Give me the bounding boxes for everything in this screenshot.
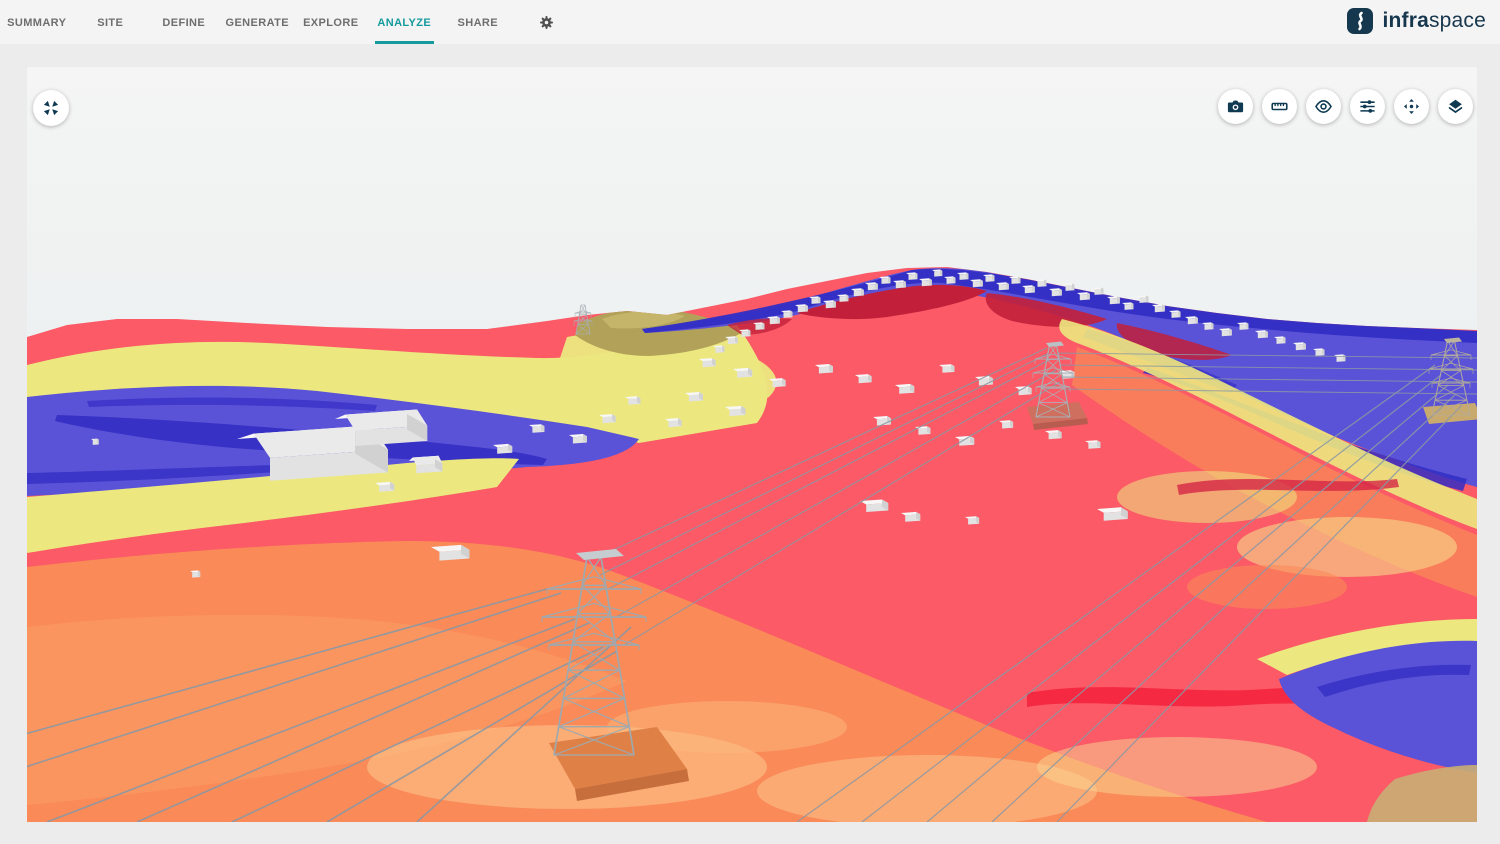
tab-label: DEFINE [162, 15, 205, 29]
top-nav: SUMMARY SITE DEFINE GENERATE EXPLORE ANALYZE S… [0, 0, 1500, 44]
screenshot-button[interactable] [1218, 89, 1253, 124]
tab-label: EXPLORE [303, 15, 358, 29]
settings-button[interactable] [527, 0, 567, 44]
tab-label: SUMMARY [7, 15, 66, 29]
ruler-icon [1270, 97, 1289, 116]
collapse-arrows-icon [41, 98, 61, 118]
visibility-button[interactable] [1306, 89, 1341, 124]
gear-icon [538, 14, 555, 31]
layers-button[interactable] [1438, 89, 1473, 124]
pan-button[interactable] [1394, 89, 1429, 124]
tab-analyze[interactable]: ANALYZE [368, 0, 442, 44]
tab-summary[interactable]: SUMMARY [0, 0, 74, 44]
tab-label: ANALYZE [377, 15, 431, 29]
filters-button[interactable] [1350, 89, 1385, 124]
sliders-icon [1358, 97, 1377, 116]
move-icon [1402, 97, 1421, 116]
fit-view-button[interactable] [33, 90, 69, 126]
tab-explore[interactable]: EXPLORE [294, 0, 368, 44]
map-viewport[interactable] [27, 67, 1477, 822]
tab-define[interactable]: DEFINE [147, 0, 221, 44]
tab-label: SITE [97, 15, 123, 29]
tab-site[interactable]: SITE [74, 0, 148, 44]
brand-name: infraspace [1382, 9, 1486, 33]
measure-button[interactable] [1262, 89, 1297, 124]
tab-label: GENERATE [225, 15, 289, 29]
infraspace-logo-icon [1347, 8, 1373, 34]
layers-icon [1446, 97, 1465, 116]
eye-icon [1314, 97, 1333, 116]
camera-icon [1226, 97, 1245, 116]
brand-logo: infraspace [1347, 8, 1486, 34]
tab-generate[interactable]: GENERATE [221, 0, 295, 44]
tab-label: SHARE [457, 15, 498, 29]
nav-tabs: SUMMARY SITE DEFINE GENERATE EXPLORE ANALYZE S… [0, 0, 515, 44]
tab-share[interactable]: SHARE [441, 0, 515, 44]
viewport-toolbar [1218, 89, 1473, 124]
terrain-scene[interactable] [27, 67, 1477, 822]
